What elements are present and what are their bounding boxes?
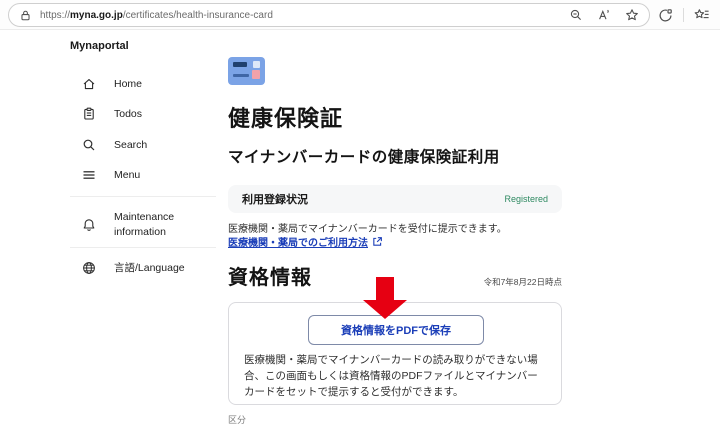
app-brand: Mynaportal [70,40,129,52]
registration-status-row: 利用登録状況 Registered [228,185,562,213]
page-title: 健康保険証 [228,101,343,133]
qualification-note: 医療機関・薬局でマイナンバーカードの読み取りができない場合、この画面もしくは資格… [244,353,548,400]
globe-icon [82,261,96,275]
qualification-section-header: 資格情報 令和7年8月22日時点 [228,261,562,290]
sidebar: Mynaportal Home Todos [56,30,221,431]
url-scheme: https:// [40,10,70,21]
zoom-out-icon[interactable] [569,8,583,22]
toolbar-actions [658,3,710,27]
status-label: 利用登録状況 [242,191,308,207]
sidebar-item-label: Menu [114,169,140,181]
sidebar-item-language[interactable]: 言語/Language [82,260,185,275]
address-bar[interactable]: https://myna.go.jp/certificates/health-i… [8,3,650,27]
qualification-card: 資格情報をPDFで保存 医療機関・薬局でマイナンバーカードの読み取りができない場… [228,302,562,405]
usage-description: 医療機関・薬局でマイナンバーカードを受付に提示できます。 [228,220,507,235]
browser-toolbar: https://myna.go.jp/certificates/health-i… [0,0,720,30]
url-domain: myna.go.jp [70,10,123,21]
menu-icon [82,168,96,182]
read-aloud-icon[interactable] [597,8,611,22]
main-content: 健康保険証 マイナンバーカードの健康保険証利用 利用登録状況 Registere… [228,30,562,431]
lock-icon [19,9,32,22]
todos-icon [82,107,96,121]
browser-window: https://myna.go.jp/certificates/health-i… [0,0,720,431]
sidebar-item-search[interactable]: Search [82,138,147,152]
sidebar-divider [70,247,216,248]
sidebar-item-menu[interactable]: Menu [82,168,140,182]
toolbar-divider [683,8,684,22]
extensions-icon[interactable] [658,8,673,23]
bell-icon [82,218,96,233]
sidebar-item-label: Todos [114,108,142,120]
sidebar-divider [70,196,216,197]
category-label: 区分 [228,413,246,426]
sidebar-item-label: Maintenance information [114,210,206,240]
as-of-date: 令和7年8月22日時点 [484,276,562,288]
sidebar-item-label: 言語/Language [114,260,185,275]
sidebar-item-label: Search [114,139,147,151]
search-icon [82,138,96,152]
favorites-hub-icon[interactable] [694,8,710,22]
usage-guide-link-label: 医療機関・薬局でのご利用方法 [228,234,368,249]
home-icon [82,77,96,91]
sidebar-item-todos[interactable]: Todos [82,107,142,121]
external-link-icon [372,236,383,247]
save-pdf-button[interactable]: 資格情報をPDFで保存 [308,315,484,345]
qualification-heading: 資格情報 [228,267,312,289]
status-badge: Registered [504,194,548,204]
health-insurance-card-icon [228,57,265,85]
sidebar-item-maintenance[interactable]: Maintenance information [82,210,212,240]
sidebar-item-home[interactable]: Home [82,77,142,91]
url-path: /certificates/health-insurance-card [123,10,273,21]
usage-guide-link[interactable]: 医療機関・薬局でのご利用方法 [228,234,383,249]
favorite-star-icon[interactable] [625,8,639,22]
sidebar-item-label: Home [114,78,142,90]
url-text: https://myna.go.jp/certificates/health-i… [40,10,273,21]
usage-section-heading: マイナンバーカードの健康保険証利用 [228,145,500,167]
